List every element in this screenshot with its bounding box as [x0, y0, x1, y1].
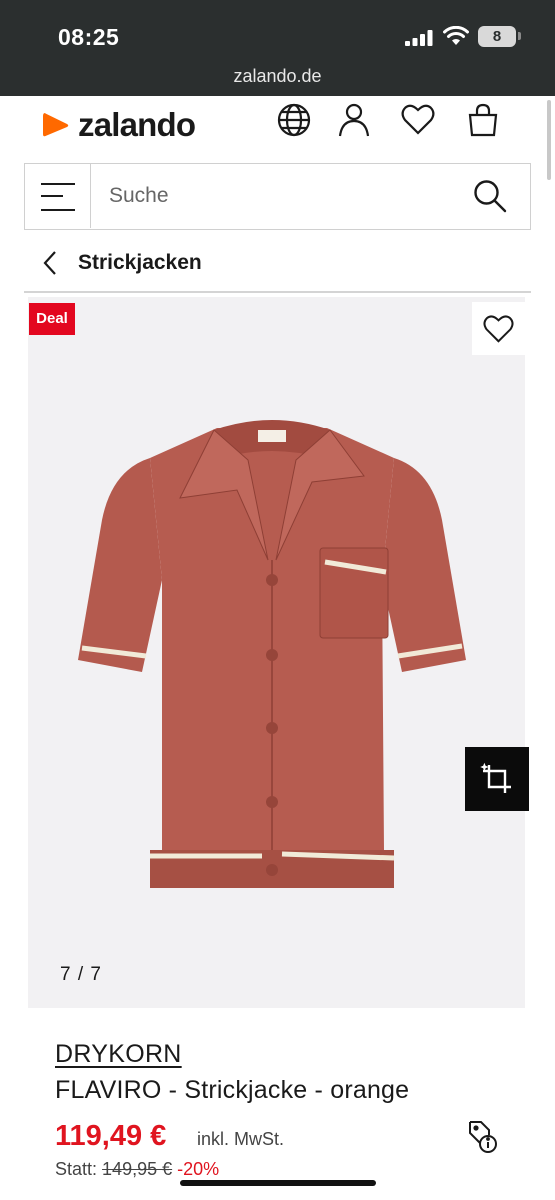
menu-icon-line	[41, 183, 75, 185]
menu-button[interactable]	[25, 164, 91, 228]
old-price-label: Statt:	[55, 1159, 98, 1179]
old-price-row: Statt: 149,95 € -20%	[55, 1159, 219, 1180]
page-scrollbar[interactable]	[547, 100, 551, 180]
browser-chrome: 08:25 8 zalando.de	[0, 0, 555, 96]
zalando-logo-icon	[43, 113, 69, 137]
menu-icon-line	[41, 195, 63, 197]
product-price: 119,49 €	[55, 1120, 167, 1152]
image-counter: 7 / 7	[60, 964, 102, 985]
deal-badge: Deal	[29, 303, 75, 335]
price-info-icon[interactable]	[465, 1118, 499, 1154]
wifi-icon	[443, 26, 469, 45]
divider	[24, 291, 531, 293]
similar-items-button[interactable]	[465, 747, 529, 811]
breadcrumb[interactable]: Strickjacken	[40, 248, 202, 278]
zalando-logo[interactable]: zalando	[40, 106, 196, 143]
wishlist-button[interactable]	[472, 302, 525, 355]
breadcrumb-label[interactable]: Strickjacken	[78, 251, 202, 275]
address-bar-url[interactable]: zalando.de	[0, 66, 555, 87]
search-icon[interactable]	[472, 178, 508, 214]
bag-icon[interactable]	[465, 102, 501, 138]
vat-note: inkl. MwSt.	[197, 1129, 285, 1149]
home-indicator[interactable]	[180, 1180, 376, 1186]
account-icon[interactable]	[336, 102, 372, 138]
product-brand-link[interactable]: DRYKORN	[55, 1040, 182, 1069]
search-input[interactable]	[109, 181, 449, 211]
search-bar	[24, 163, 531, 230]
product-name: FLAVIRO - Strickjacke - orange	[55, 1076, 410, 1104]
menu-icon-line	[41, 209, 75, 211]
chevron-left-icon[interactable]	[40, 249, 60, 277]
crop-search-icon	[480, 762, 511, 793]
cellular-signal-icon	[405, 30, 433, 46]
discount-badge: -20%	[177, 1159, 220, 1179]
product-image[interactable]	[72, 410, 472, 900]
status-time: 08:25	[58, 24, 120, 50]
heart-icon	[483, 315, 514, 343]
globe-icon[interactable]	[276, 102, 312, 138]
old-price: 149,95 €	[102, 1159, 173, 1179]
logo-text: zalando	[78, 106, 196, 143]
battery-indicator: 8	[478, 26, 516, 47]
battery-tip	[518, 32, 521, 40]
wishlist-icon[interactable]	[400, 102, 436, 138]
